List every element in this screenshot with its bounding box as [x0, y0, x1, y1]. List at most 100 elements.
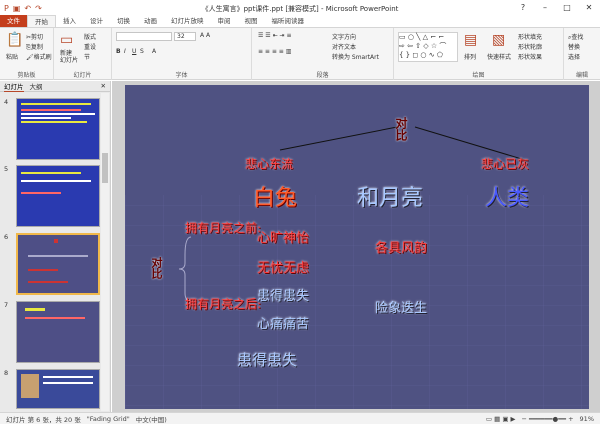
contrast-3: 患得患失 [257, 289, 310, 304]
app-icon: P [4, 3, 9, 13]
close-icon[interactable]: ✕ [101, 82, 106, 90]
slide-canvas: 对比 悲心东流 悲心已灰 白兔 和月亮 人类 拥有月亮之前: 拥有月亮之后: 对… [112, 81, 600, 412]
panel-scrollbar[interactable] [101, 93, 109, 411]
tab-file[interactable]: 文件 [0, 15, 27, 27]
font-group: 32 A A B I U S A 字体 [112, 28, 252, 80]
font-color-icon[interactable]: A [152, 48, 156, 55]
font-name-select[interactable] [116, 32, 172, 41]
top-label: 对比 [394, 117, 408, 141]
help-icon[interactable]: ? [512, 0, 534, 16]
tab-slideshow[interactable]: 幻灯片放映 [164, 15, 211, 27]
select-button[interactable]: 选择 [568, 52, 580, 61]
drawing-label: 绘图 [472, 72, 485, 79]
italic-button[interactable]: I [124, 48, 126, 55]
text-direction-button[interactable]: 文字方向 [332, 32, 356, 41]
word-humans: 人类 [485, 186, 530, 211]
ribbon: 📋 粘贴 ✂剪切 ⎘复制 🖌格式刷 剪贴板 ▭ 新建 幻灯片 版式 重设 节 幻… [0, 28, 600, 80]
tab-slides[interactable]: 幻灯片 [4, 81, 24, 92]
cut-button[interactable]: ✂剪切 [26, 32, 43, 41]
align-icons[interactable]: ≡ ≡ ≡ ≡ ▥ [258, 48, 291, 55]
layout-button[interactable]: 版式 [84, 32, 96, 41]
quick-access-toolbar: P ▣ ↶ ↷ [0, 4, 42, 13]
replace-button[interactable]: 替换 [568, 42, 580, 51]
theme-name: "Fading Grid" [86, 414, 130, 423]
slides-panel: 幻灯片 大纲 ✕ 4 5 6 7 8 [0, 81, 111, 412]
undo-icon[interactable]: ↶ [24, 4, 31, 13]
bold-button[interactable]: B [116, 48, 121, 55]
paste-icon[interactable]: 📋 [6, 32, 23, 48]
shadow-button[interactable]: S [140, 48, 144, 55]
grid-background [125, 126, 589, 409]
section-button[interactable]: 节 [84, 52, 90, 61]
word-and-moon: 和月亮 [357, 186, 424, 211]
status-bar: 幻灯片 第 6 张，共 20 张 "Fading Grid" 中文(中国) ▭ … [0, 412, 600, 424]
title-bar: P ▣ ↶ ↷ 《人生寓言》ppt课件.ppt [兼容模式] - Microso… [0, 0, 600, 16]
font-size-select[interactable]: 32 [174, 32, 196, 41]
maximize-button[interactable]: □ [556, 0, 578, 16]
minimize-button[interactable]: – [534, 0, 556, 16]
contrast-1: 心旷神怡 [257, 231, 310, 246]
contrast-4: 心痛痛苦 [257, 317, 310, 332]
shape-fill-button[interactable]: 形状填充 [518, 32, 542, 41]
new-slide-button[interactable]: 新建 幻灯片 [60, 50, 78, 64]
underline-button[interactable]: U [132, 48, 136, 55]
result-1: 各具风韵 [375, 241, 428, 256]
right-pair-head: 悲心已灰 [481, 157, 530, 171]
current-slide[interactable]: 对比 悲心东流 悲心已灰 白兔 和月亮 人类 拥有月亮之前: 拥有月亮之后: 对… [125, 85, 589, 409]
branch-after: 拥有月亮之后: [185, 297, 262, 311]
drawing-group: ▭ ○ ╲ △ ⌐ ⌐ ⇨ ⇦ ⇧ ◇ ☆ ⌒{ } ◻ ○ ∿ ⬠ ▤ 排列 ▧… [394, 28, 564, 80]
tab-view[interactable]: 视图 [238, 15, 265, 27]
result-2: 险象迭生 [375, 301, 428, 316]
arrange-icon[interactable]: ▤ [464, 32, 477, 48]
quick-styles-icon[interactable]: ▧ [492, 32, 505, 48]
slide-count: 幻灯片 第 6 张，共 20 张 [6, 415, 81, 424]
left-pair-head: 悲心东流 [245, 157, 294, 171]
bullets-icon[interactable]: ☰ ☰ ⇤ ⇥ ≡ [258, 32, 291, 39]
smartart-button[interactable]: 转换为 SmartArt [332, 52, 379, 61]
tab-design[interactable]: 设计 [83, 15, 110, 27]
view-icons[interactable]: ▭ ▦ ▣ ▶ [486, 415, 516, 423]
shape-outline-button[interactable]: 形状轮廓 [518, 42, 542, 51]
slides-group: ▭ 新建 幻灯片 版式 重设 节 幻灯片 [54, 28, 112, 80]
reset-button[interactable]: 重设 [84, 42, 96, 51]
format-painter-button[interactable]: 🖌格式刷 [26, 52, 52, 61]
shapes-gallery[interactable]: ▭ ○ ╲ △ ⌐ ⌐ ⇨ ⇦ ⇧ ◇ ☆ ⌒{ } ◻ ○ ∿ ⬠ [398, 32, 458, 62]
tab-animations[interactable]: 动画 [137, 15, 164, 27]
editing-group: ⌕查找 替换 选择 编辑 [564, 28, 600, 80]
tab-home[interactable]: 开始 [27, 15, 56, 27]
close-button[interactable]: ✕ [578, 0, 600, 16]
paragraph-group: ☰ ☰ ⇤ ⇥ ≡ ≡ ≡ ≡ ≡ ▥ 文字方向 对齐文本 转换为 SmartA… [252, 28, 394, 80]
editing-label: 编辑 [575, 72, 588, 79]
paste-button[interactable]: 粘贴 [6, 52, 18, 61]
tab-review[interactable]: 审阅 [211, 15, 238, 27]
copy-button[interactable]: ⎘复制 [26, 42, 43, 52]
grow-font-icon[interactable]: A A [200, 32, 210, 39]
word-white-rabbit: 白兔 [253, 186, 298, 211]
slides-label: 幻灯片 [73, 72, 92, 79]
shape-effects-button[interactable]: 形状效果 [518, 52, 542, 61]
tab-outline[interactable]: 大纲 [30, 81, 43, 91]
find-button[interactable]: ⌕查找 [568, 32, 583, 42]
tab-insert[interactable]: 插入 [56, 15, 83, 27]
branch-before: 拥有月亮之前: [185, 221, 262, 235]
redo-icon[interactable]: ↷ [35, 4, 42, 13]
bottom-phrase: 患得患失 [237, 351, 298, 369]
paragraph-label: 段落 [316, 72, 329, 79]
ribbon-tabs: 文件 开始 插入 设计 切换 动画 幻灯片放映 审阅 视图 福昕阅读器 [0, 15, 600, 28]
side-label: 对比 [150, 257, 163, 279]
tab-transitions[interactable]: 切换 [110, 15, 137, 27]
zoom-slider[interactable]: − ━━━━━━●━━ + [522, 415, 574, 423]
tab-foxit[interactable]: 福昕阅读器 [265, 15, 312, 27]
connector-line-left [279, 126, 398, 151]
arrange-button[interactable]: 排列 [464, 52, 476, 61]
align-text-button[interactable]: 对齐文本 [332, 42, 356, 51]
contrast-2: 无忧无虑 [257, 261, 310, 276]
clipboard-label: 剪贴板 [17, 72, 36, 79]
font-label: 字体 [175, 72, 188, 79]
save-icon[interactable]: ▣ [13, 4, 21, 13]
language[interactable]: 中文(中国) [136, 414, 167, 424]
window-title: 《人生寓言》ppt课件.ppt [兼容模式] - Microsoft Power… [201, 5, 399, 13]
quick-styles-button[interactable]: 快速样式 [487, 52, 511, 61]
zoom-level[interactable]: 91% [580, 415, 594, 423]
new-slide-icon[interactable]: ▭ [60, 32, 73, 48]
